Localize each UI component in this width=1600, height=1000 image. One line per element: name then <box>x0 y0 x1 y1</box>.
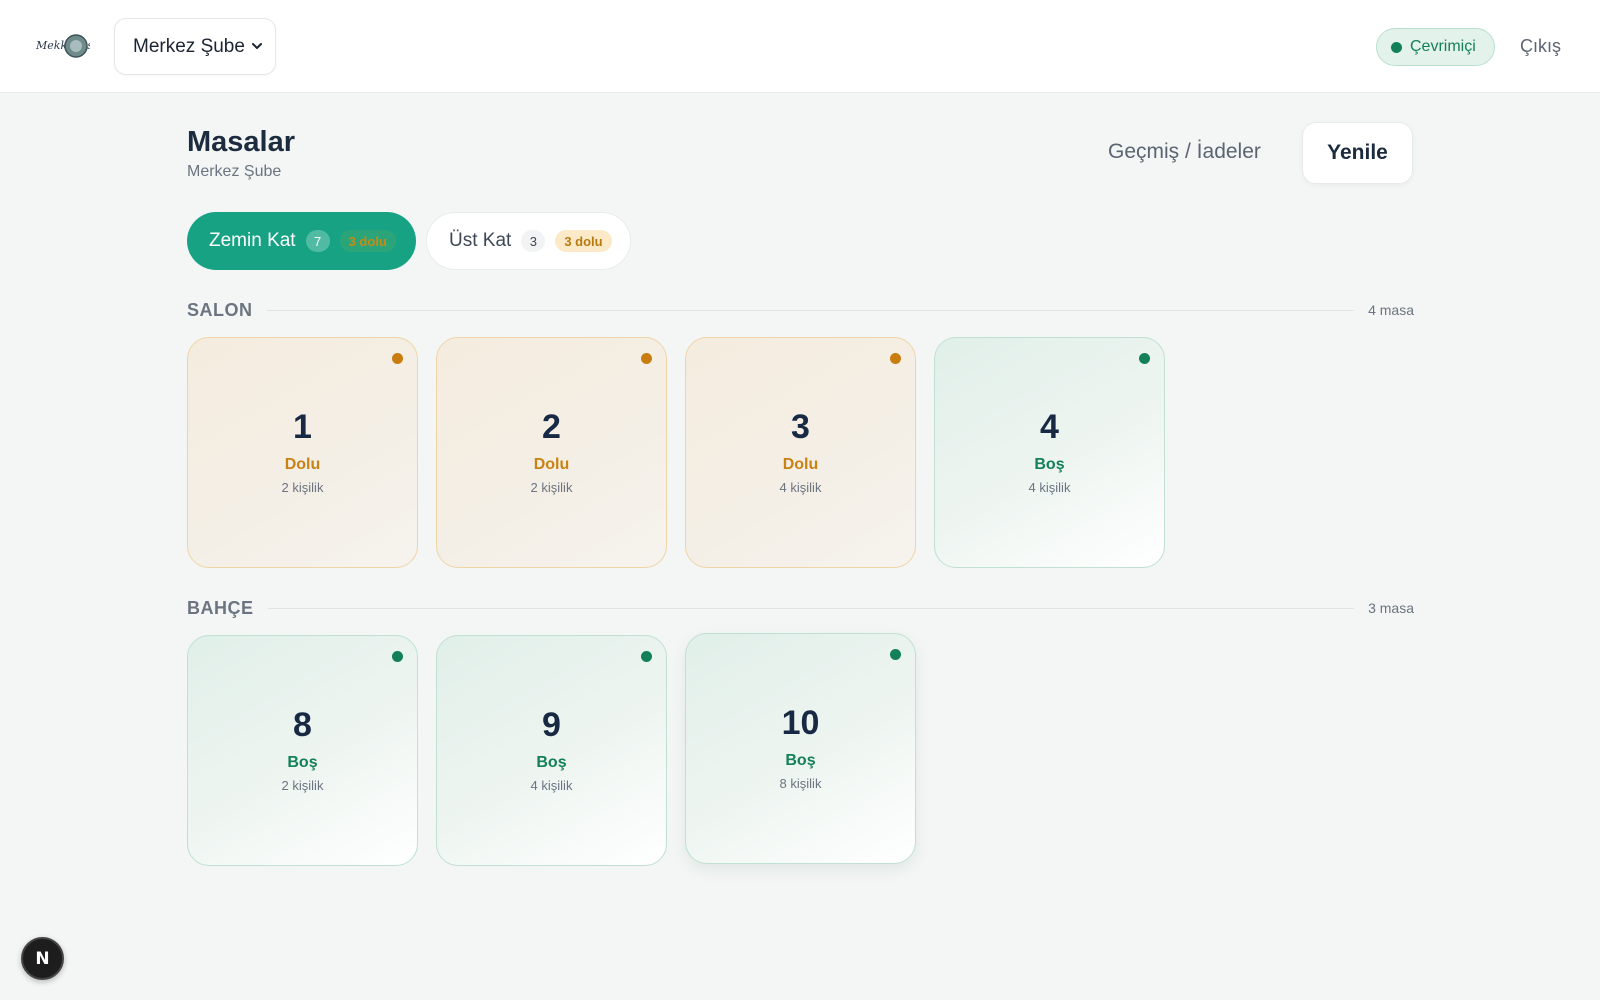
status-dot-icon <box>641 651 652 662</box>
section-table-count: 4 masa <box>1368 302 1414 318</box>
brand-logo[interactable]: Mekkanos <box>35 32 93 60</box>
tab-label: Zemin Kat <box>209 230 296 251</box>
tab-ust-kat[interactable]: Üst Kat 3 3 dolu <box>426 212 631 270</box>
logout-link[interactable]: Çıkış <box>1520 36 1561 57</box>
table-status: Boş <box>785 752 816 769</box>
table-card[interactable]: 9 Boş 4 kişilik <box>436 635 667 866</box>
section-divider <box>266 309 1355 311</box>
table-capacity: 2 kişilik <box>281 778 324 793</box>
table-number: 8 <box>293 706 312 744</box>
table-number: 2 <box>542 408 561 446</box>
online-status-badge: Çevrimiçi <box>1376 28 1495 66</box>
refresh-button[interactable]: Yenile <box>1302 122 1413 184</box>
status-dot-icon <box>641 353 652 364</box>
section-name: SALON <box>187 299 253 320</box>
table-card[interactable]: 1 Dolu 2 kişilik <box>187 337 418 568</box>
status-dot-icon <box>890 649 901 660</box>
table-status: Boş <box>1034 456 1065 473</box>
table-card[interactable]: 2 Dolu 2 kişilik <box>436 337 667 568</box>
tab-zemin-kat[interactable]: Zemin Kat 7 3 dolu <box>187 212 416 270</box>
status-dot-icon <box>1139 353 1150 364</box>
table-number: 10 <box>781 704 820 742</box>
online-status-label: Çevrimiçi <box>1410 38 1476 55</box>
tab-table-count: 3 <box>521 230 546 252</box>
page-subtitle: Merkez Şube <box>187 163 282 180</box>
dev-tools-badge[interactable]: N <box>21 937 64 980</box>
chevron-down-icon <box>249 38 265 54</box>
status-dot-icon <box>890 353 901 364</box>
table-number: 4 <box>1040 408 1059 446</box>
table-number: 3 <box>791 408 810 446</box>
section-name: BAHÇE <box>187 597 254 618</box>
table-card[interactable]: 4 Boş 4 kişilik <box>934 337 1165 568</box>
section-divider <box>267 607 1355 609</box>
tab-table-count: 7 <box>305 230 330 252</box>
table-capacity: 4 kişilik <box>779 480 822 495</box>
top-bar: Mekkanos Merkez Şube Çevrimiçi Çıkış <box>0 0 1600 93</box>
history-returns-link[interactable]: Geçmiş / İadeler <box>1108 140 1261 164</box>
section-table-count: 3 masa <box>1368 600 1414 616</box>
table-capacity: 4 kişilik <box>530 778 573 793</box>
tab-busy-badge: 3 dolu <box>555 230 612 252</box>
table-card[interactable]: 3 Dolu 4 kişilik <box>685 337 916 568</box>
table-status: Dolu <box>284 456 321 473</box>
tab-label: Üst Kat <box>449 230 512 251</box>
table-number: 1 <box>293 408 312 446</box>
table-capacity: 2 kişilik <box>281 480 324 495</box>
table-status: Dolu <box>533 456 570 473</box>
section-header-salon: SALON 4 masa <box>187 298 1414 322</box>
table-status: Boş <box>287 754 318 771</box>
branch-select-value: Merkez Şube <box>133 35 245 57</box>
table-status: Boş <box>536 754 567 771</box>
table-number: 9 <box>542 706 561 744</box>
section-header-bahce: BAHÇE 3 masa <box>187 596 1414 620</box>
tab-busy-badge: 3 dolu <box>339 230 396 252</box>
page-title: Masalar <box>187 126 296 158</box>
table-capacity: 4 kişilik <box>1028 480 1071 495</box>
status-dot-icon <box>392 651 403 662</box>
online-dot-icon <box>1391 41 1402 53</box>
table-status: Dolu <box>782 456 819 473</box>
table-card[interactable]: 10 Boş 8 kişilik <box>685 633 916 864</box>
table-card[interactable]: 8 Boş 2 kişilik <box>187 635 418 866</box>
status-dot-icon <box>392 353 403 364</box>
table-capacity: 2 kişilik <box>530 480 573 495</box>
branch-select[interactable]: Merkez Şube <box>114 18 276 75</box>
table-capacity: 8 kişilik <box>779 776 822 791</box>
